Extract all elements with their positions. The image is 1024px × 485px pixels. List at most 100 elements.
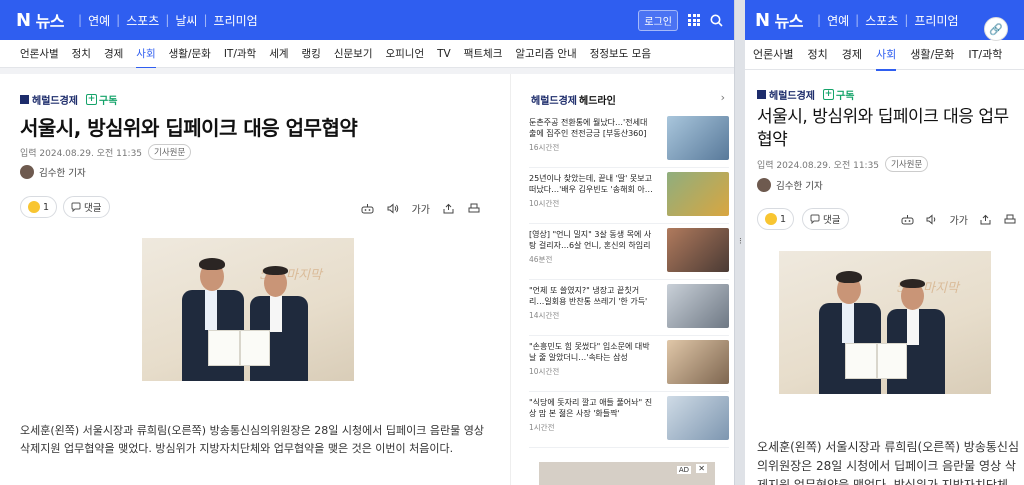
article-photo[interactable]: 5th 마지막: [142, 238, 354, 381]
ad-banner[interactable]: AD ✕: [539, 462, 715, 485]
list-item[interactable]: "손흥민도 힘 못썼다" 입소문에 대박날 줄 알았더니…'속타는 삼성 10시간…: [529, 336, 729, 392]
headline-sidebar: 헤럴드경제 헤드라인 › 둔촌주공 전환통에 뭘났다…'전세대출에 집주인 전전긍…: [510, 74, 734, 485]
sidebar-press: 헤럴드경제: [531, 96, 577, 107]
article-title: 서울시, 방심위와 딥페이크 대응 업무협약: [757, 107, 1009, 150]
logo-letter: N: [755, 9, 770, 31]
top-nav-item-sports[interactable]: 스포츠: [126, 12, 159, 29]
summary-bot-icon[interactable]: [901, 214, 914, 226]
original-article-button[interactable]: 기사원문: [885, 156, 929, 172]
section-tab-society[interactable]: 사회: [875, 40, 897, 71]
naver-news-logo[interactable]: N 뉴스: [16, 8, 65, 32]
top-nav-item-sports[interactable]: 스포츠: [865, 12, 898, 29]
section-tab-politics[interactable]: 정치: [72, 40, 91, 68]
article-dateline: 입력 2024.08.29. 오전 11:35 기사원문: [757, 156, 929, 172]
login-button[interactable]: 로그인: [638, 9, 678, 31]
top-nav-item-entertainment[interactable]: 연예: [827, 12, 849, 29]
section-tab-opinion[interactable]: 오피니언: [385, 40, 424, 68]
speaker-icon[interactable]: [926, 214, 938, 225]
nav-separator: |: [817, 13, 822, 27]
article-photo[interactable]: 5th 마지막: [779, 251, 991, 394]
subscribe-button[interactable]: + 구독: [86, 92, 117, 107]
search-icon[interactable]: [710, 14, 723, 27]
article-actions: 1 댓글: [20, 196, 110, 218]
top-nav-item-premium[interactable]: 프리미엄: [914, 12, 958, 29]
plus-icon: +: [823, 89, 834, 100]
headline-time: 10시간전: [529, 199, 560, 208]
font-size-button[interactable]: 가가: [950, 212, 968, 227]
section-nav: 언론사별 정치 경제 사회 생활/문화 IT/과학: [745, 40, 1024, 71]
article-dateline: 입력 2024.08.29. 오전 11:35 기사원문: [20, 144, 192, 160]
reporter-name: 김수한 기자: [776, 181, 823, 192]
font-size-button[interactable]: 가가: [412, 201, 430, 216]
top-nav-item-entertainment[interactable]: 연예: [88, 12, 110, 29]
smile-emoji-icon: [28, 201, 40, 213]
section-tab-tv[interactable]: TV: [437, 40, 451, 68]
screen: N 뉴스 | 연예 | 스포츠 | 날씨 | 프리미엄 로그인 언론사별 정치: [0, 0, 1024, 485]
top-nav-item-weather[interactable]: 날씨: [175, 12, 197, 29]
share-icon[interactable]: [443, 203, 455, 214]
subscribe-button[interactable]: + 구독: [823, 87, 854, 102]
logo-text: 뉴스: [35, 12, 65, 31]
list-item[interactable]: 25년이나 찾았는데, 끝내 '딸' 못보고 떠났다…'배우 김우빈도 '송해회…: [529, 168, 729, 224]
section-tab-factcheck[interactable]: 팩트체크: [464, 40, 503, 68]
byline[interactable]: 김수한 기자: [757, 178, 823, 192]
section-nav: 언론사별 정치 경제 사회 생활/문화 IT/과학 세계 랭킹 신문보기 오피니…: [0, 40, 734, 69]
headline-thumbnail: [667, 116, 729, 160]
list-item[interactable]: 둔촌주공 전환통에 뭘났다…'전세대출에 집주인 전전긍긍 [부동산360] 16…: [529, 112, 729, 168]
list-item[interactable]: "식당에 돗자리 깔고 애들 풀어놔" 진상 맘 본 젊은 사장 '화들짝' 1시…: [529, 392, 729, 448]
chevron-right-icon[interactable]: ›: [721, 91, 725, 104]
section-tab-it-science[interactable]: IT/과학: [968, 40, 1002, 70]
top-header: N 뉴스 | 연예 | 스포츠 | 날씨 | 프리미엄 로그인: [0, 0, 734, 40]
comment-button[interactable]: 댓글: [802, 208, 849, 230]
section-tab-society[interactable]: 사회: [136, 40, 156, 69]
section-tab-ranking[interactable]: 랭킹: [302, 40, 321, 68]
section-tab-life-culture[interactable]: 생활/문화: [169, 40, 211, 68]
section-tab-politics[interactable]: 정치: [807, 40, 827, 70]
summary-bot-icon[interactable]: [361, 203, 374, 215]
top-nav: | 연예 | 스포츠 | 날씨 | 프리미엄: [72, 12, 258, 29]
section-tab-press[interactable]: 언론사별: [753, 40, 793, 70]
headline-title: "언제 또 쓸였지?" 냉장고 끝칫거리…일회용 반찬통 쓰레기 '한 가득' …: [529, 286, 648, 306]
section-tab-economy[interactable]: 경제: [842, 40, 862, 70]
naver-news-logo[interactable]: N 뉴스: [755, 8, 804, 32]
press-name: 헤럴드경제: [769, 91, 815, 102]
comment-button[interactable]: 댓글: [63, 196, 110, 218]
section-tab-economy[interactable]: 경제: [104, 40, 123, 68]
section-tab-corrections[interactable]: 정정보도 모음: [590, 40, 651, 68]
byline[interactable]: 김수한 기자: [20, 165, 86, 179]
print-icon[interactable]: [1004, 214, 1016, 225]
original-article-button[interactable]: 기사원문: [148, 144, 192, 160]
section-tab-life-culture[interactable]: 생활/문화: [910, 40, 954, 70]
reaction-button[interactable]: 1: [20, 196, 58, 218]
press-mark-icon: [20, 95, 29, 104]
top-nav-item-premium[interactable]: 프리미엄: [214, 12, 258, 29]
logo-text: 뉴스: [774, 12, 804, 31]
sidebar-header[interactable]: 헤럴드경제 헤드라인: [531, 92, 616, 107]
press-logo[interactable]: 헤럴드경제: [757, 87, 815, 102]
press-logo[interactable]: 헤럴드경제: [20, 92, 78, 107]
nav-separator: |: [904, 13, 909, 27]
share-icon[interactable]: [980, 214, 992, 225]
article-actions: 1 댓글: [757, 208, 849, 230]
speaker-icon[interactable]: [387, 203, 399, 214]
headline-title: [영상] "언니 밀지" 3살 동생 목에 사탕 걸리자…6살 언니, 혼신의 …: [529, 230, 652, 250]
print-icon[interactable]: [468, 203, 480, 214]
list-item[interactable]: "언제 또 쓸였지?" 냉장고 끝칫거리…일회용 반찬통 쓰레기 '한 가득' …: [529, 280, 729, 336]
reaction-button[interactable]: 1: [757, 208, 795, 230]
close-icon[interactable]: ✕: [696, 464, 707, 473]
article-date: 입력 2024.08.29. 오전 11:35: [20, 148, 143, 159]
section-tab-algorithm[interactable]: 알고리즘 안내: [515, 40, 576, 68]
split-handle-icon[interactable]: ⁝: [739, 237, 742, 247]
list-item[interactable]: [영상] "언니 밀지" 3살 동생 목에 사탕 걸리자…6살 언니, 혼신의 …: [529, 224, 729, 280]
section-tab-it-science[interactable]: IT/과학: [224, 40, 256, 68]
headline-time: 10시간전: [529, 367, 560, 376]
logo-letter: N: [16, 9, 31, 31]
comment-label: 댓글: [84, 203, 102, 214]
link-icon[interactable]: 🔗: [984, 17, 1008, 41]
section-tab-world[interactable]: 세계: [269, 40, 288, 68]
section-tab-press[interactable]: 언론사별: [20, 40, 59, 68]
right-browser-window: N 뉴스 | 연예 | 스포츠 | 프리미엄 언론사별 정치 경제 사회 생활/…: [745, 0, 1024, 485]
nav-separator: |: [78, 13, 83, 27]
apps-grid-icon[interactable]: [688, 14, 700, 26]
section-tab-newspaper[interactable]: 신문보기: [334, 40, 373, 68]
